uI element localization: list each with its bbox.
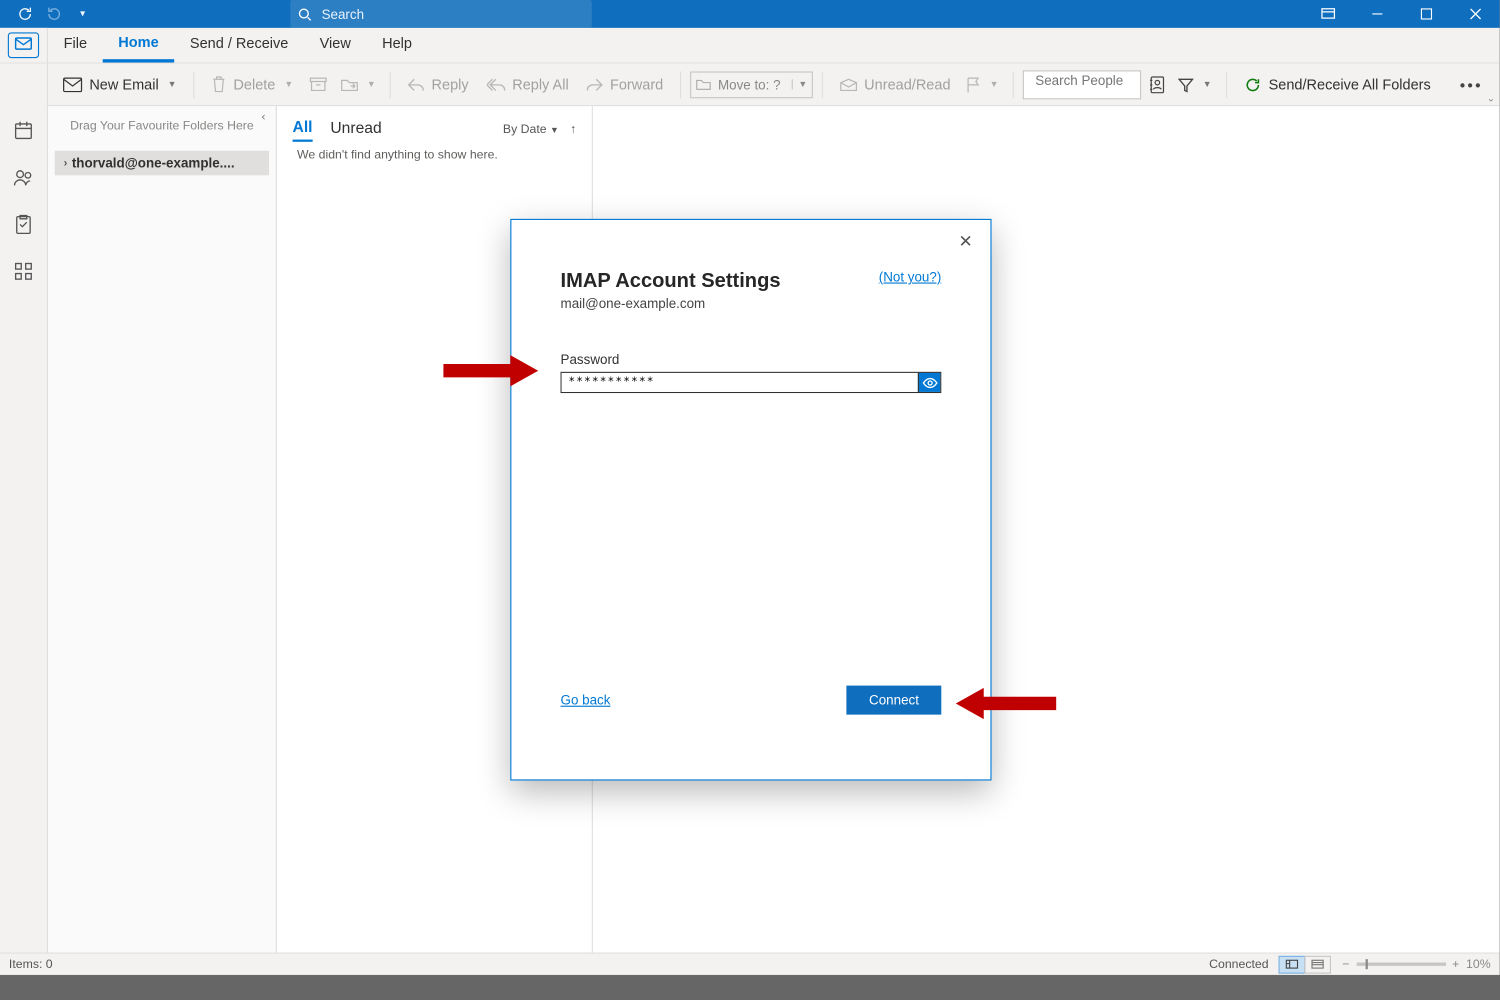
password-label: Password — [561, 352, 942, 368]
eye-icon — [922, 377, 938, 388]
password-field-wrap — [561, 372, 942, 393]
modal-overlay: ✕ IMAP Account Settings mail@one-example… — [0, 0, 1500, 975]
connect-button[interactable]: Connect — [847, 686, 942, 715]
dialog-close-button[interactable]: ✕ — [952, 229, 979, 254]
reveal-password-button[interactable] — [918, 373, 940, 392]
dialog-email: mail@one-example.com — [561, 296, 781, 312]
dialog-title: IMAP Account Settings — [561, 269, 781, 292]
imap-settings-dialog: ✕ IMAP Account Settings mail@one-example… — [510, 219, 991, 781]
not-you-link[interactable]: (Not you?) — [879, 269, 942, 285]
go-back-link[interactable]: Go back — [561, 692, 611, 708]
annotation-arrow-left — [443, 353, 538, 389]
annotation-arrow-right — [956, 686, 1056, 722]
password-input[interactable] — [562, 373, 918, 392]
